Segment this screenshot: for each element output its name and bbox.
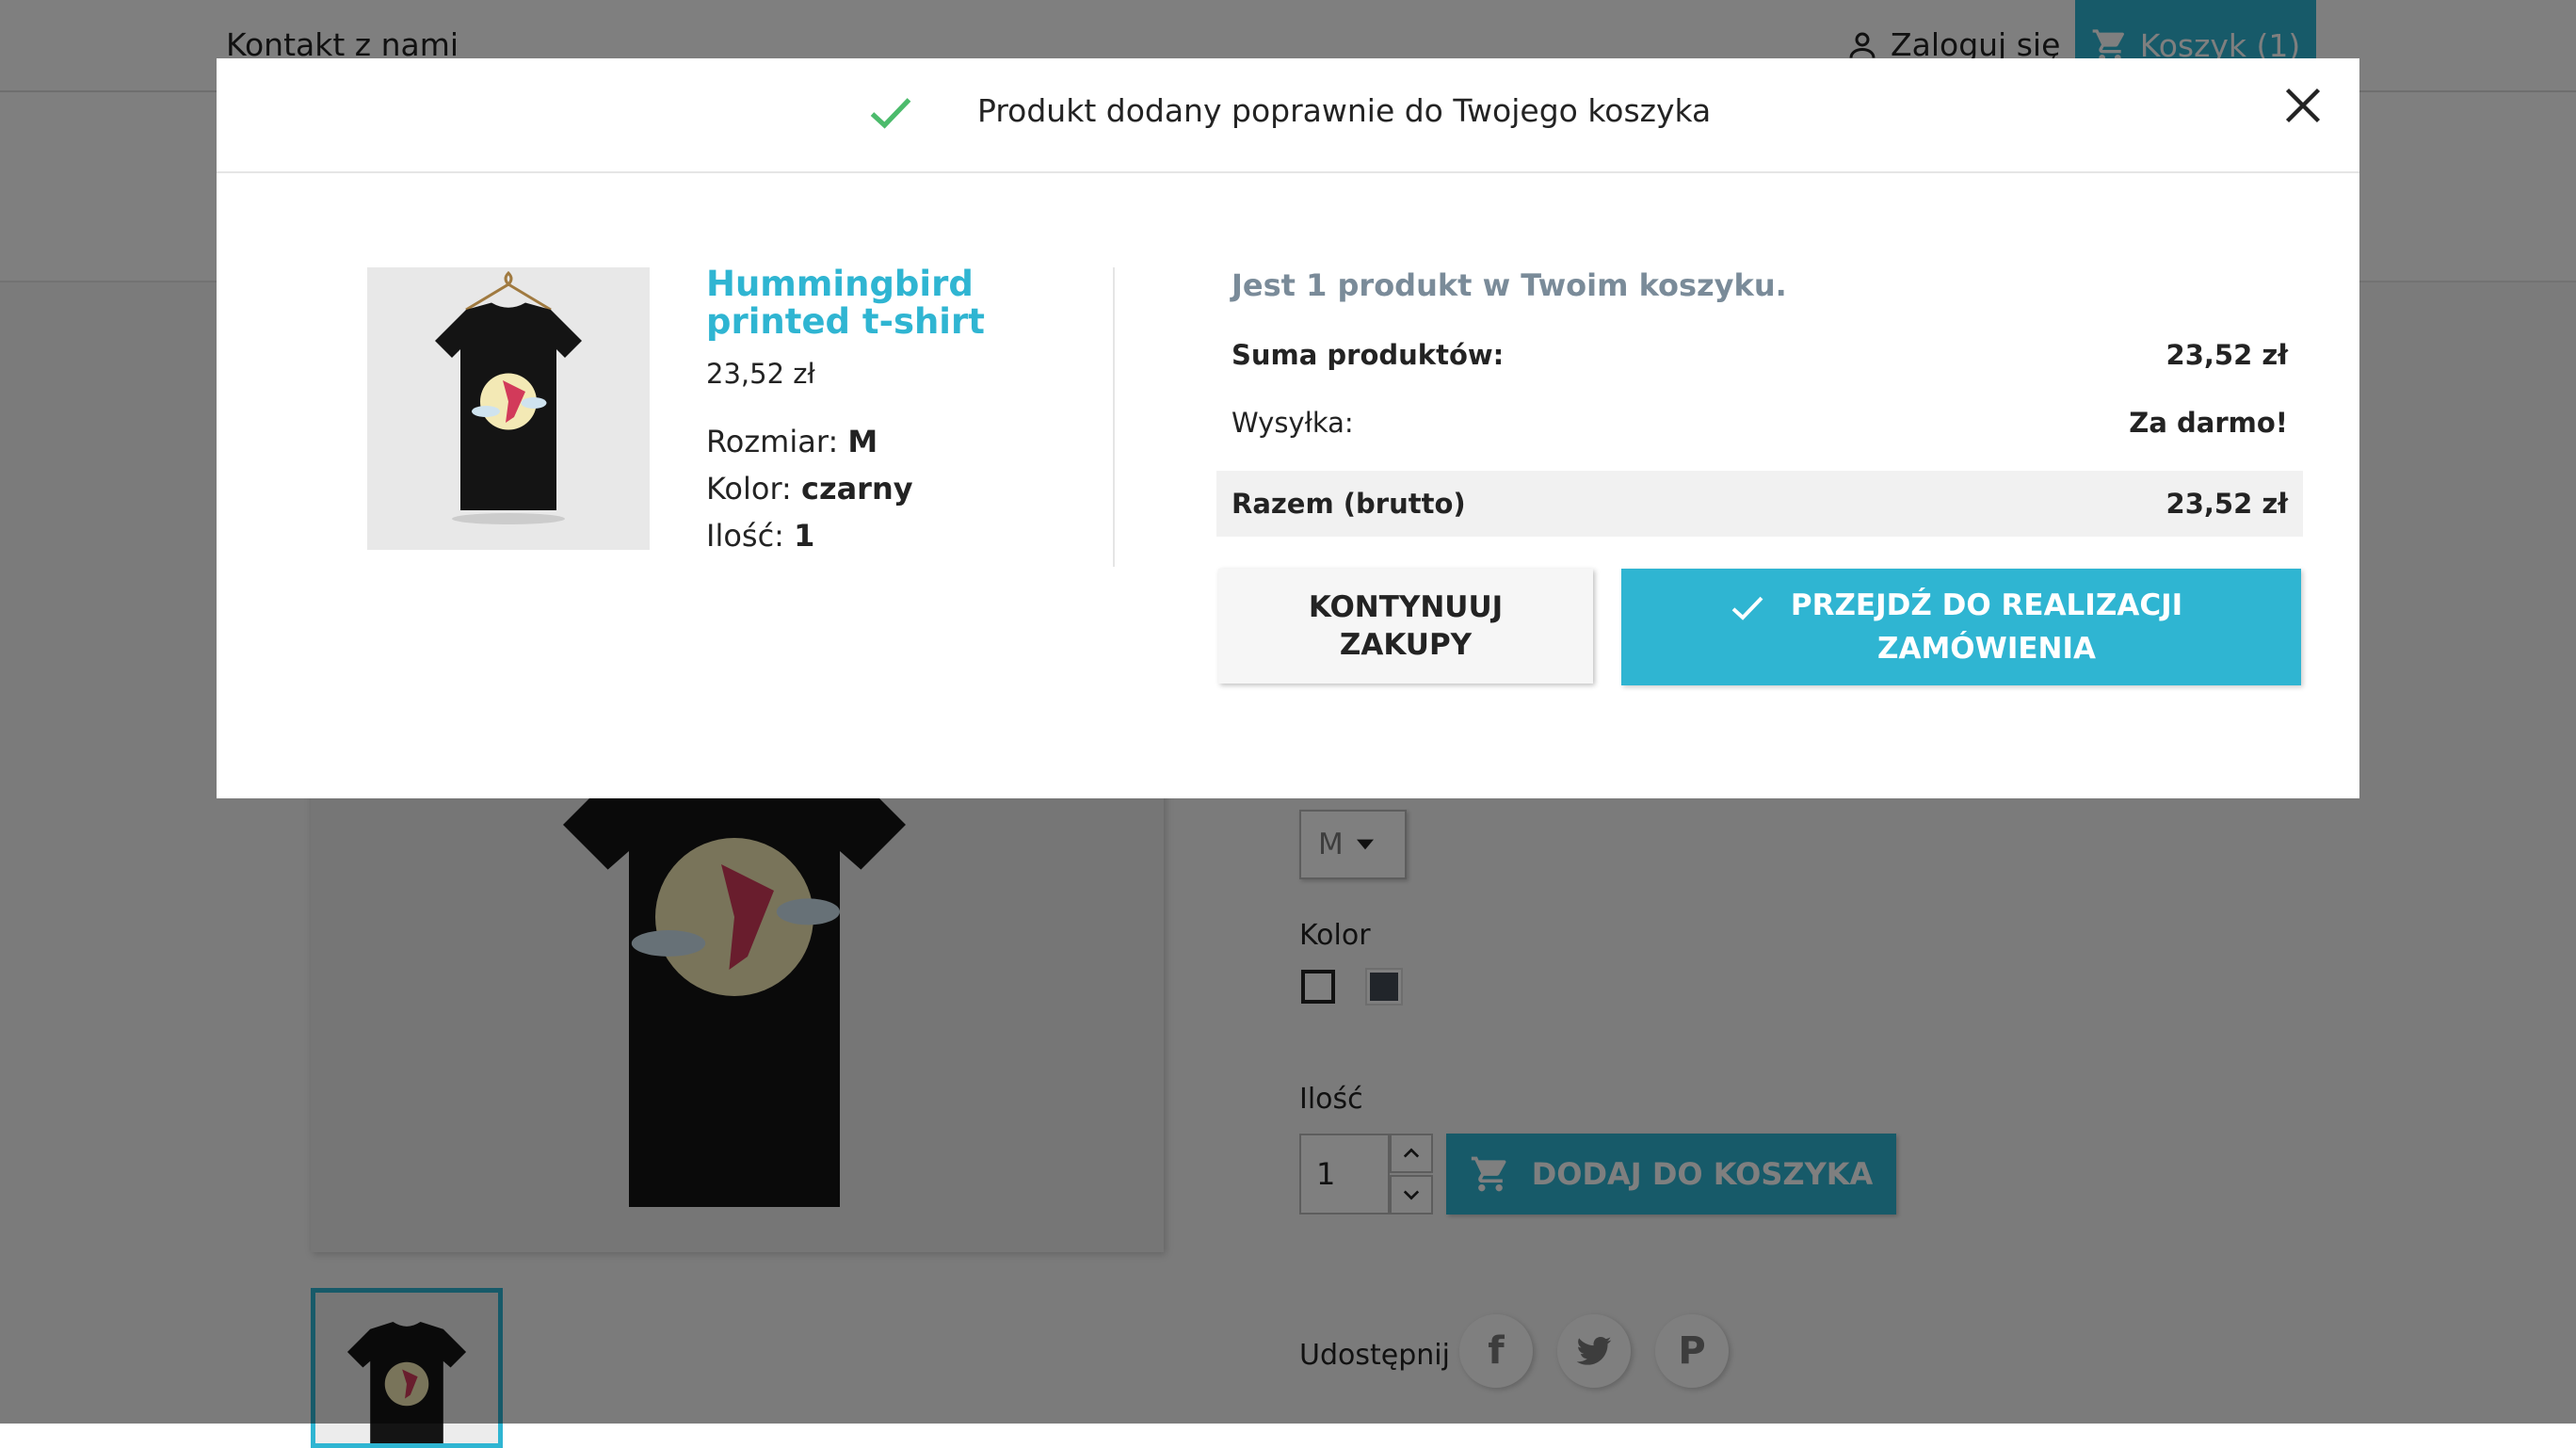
cart-count-text: Jest 1 produkt w Twoim koszyku.	[1232, 267, 1787, 303]
subtotal-value: 23,52 zł	[2165, 339, 2288, 371]
size-label: Rozmiar:	[706, 424, 839, 459]
qty-attr-value: 1	[794, 518, 815, 554]
color-attr-value: czarny	[800, 471, 913, 507]
modal-divider	[1113, 267, 1115, 567]
subtotal-row: Suma produktów: 23,52 zł	[1216, 322, 2303, 388]
continue-shopping-button[interactable]: KONTYNUUJ ZAKUPY	[1218, 569, 1593, 684]
total-row: Razem (brutto) 23,52 zł	[1216, 471, 2303, 537]
product-size: Rozmiar: M	[706, 424, 877, 459]
shipping-value: Za darmo!	[2129, 407, 2288, 439]
proceed-to-checkout-label: PRZEJDŹ DO REALIZACJI ZAMÓWIENIA	[1790, 588, 2183, 666]
product-name: Hummingbird printed t-shirt	[706, 264, 985, 342]
total-label: Razem (brutto)	[1232, 488, 1466, 520]
total-value: 23,52 zł	[2165, 488, 2288, 520]
color-attr-label: Kolor:	[706, 471, 792, 507]
check-icon	[870, 98, 911, 129]
qty-attr-label: Ilość:	[706, 518, 784, 554]
tshirt-image	[435, 270, 582, 524]
shipping-row: Wysyłka: Za darmo!	[1216, 390, 2303, 456]
add-to-cart-modal: Produkt dodany poprawnie do Twojego kosz…	[217, 58, 2359, 798]
close-icon[interactable]	[2282, 85, 2324, 126]
modal-header: Produkt dodany poprawnie do Twojego kosz…	[217, 58, 2359, 173]
proceed-to-checkout-button[interactable]: PRZEJDŹ DO REALIZACJI ZAMÓWIENIA	[1621, 569, 2301, 685]
check-icon	[1731, 596, 1763, 620]
subtotal-label: Suma produktów:	[1232, 339, 1505, 371]
modal-title: Produkt dodany poprawnie do Twojego kosz…	[977, 92, 1712, 129]
continue-shopping-label: KONTYNUUJ ZAKUPY	[1308, 590, 1504, 662]
product-color: Kolor: czarny	[706, 471, 913, 507]
size-value: M	[847, 424, 878, 459]
product-image	[367, 267, 650, 550]
product-quantity: Ilość: 1	[706, 518, 814, 554]
shipping-label: Wysyłka:	[1232, 407, 1354, 439]
product-price: 23,52 zł	[706, 358, 815, 390]
